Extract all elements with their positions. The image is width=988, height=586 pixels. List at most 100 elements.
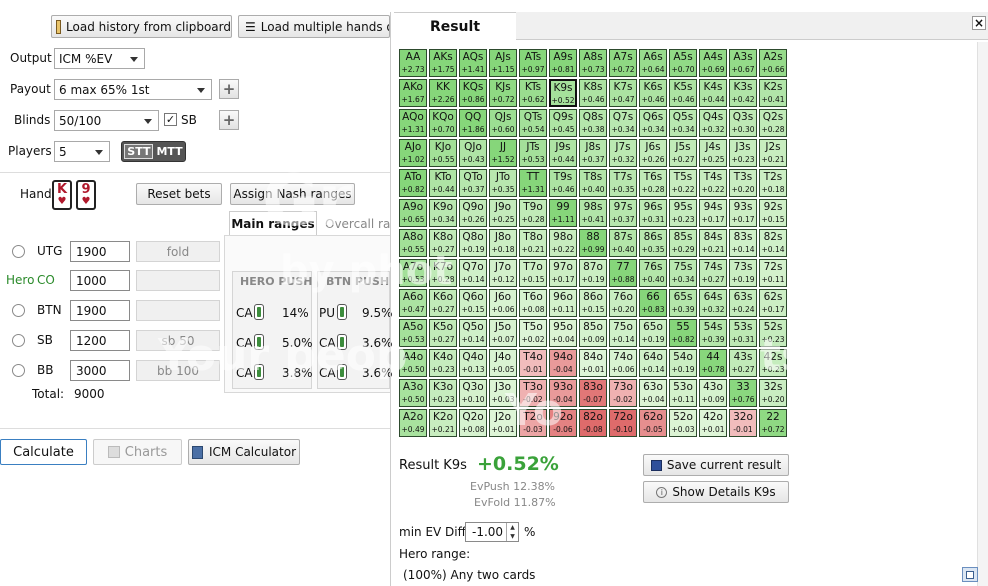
grid-cell-99[interactable]: 99 +1.11	[549, 199, 577, 227]
grid-cell-j2o[interactable]: J2o +0.01	[489, 409, 517, 437]
grid-cell-95o[interactable]: 95o +0.04	[549, 319, 577, 347]
grid-cell-42o[interactable]: 42o +0.01	[699, 409, 727, 437]
grid-cell-a6s[interactable]: A6s +0.64	[639, 49, 667, 77]
grid-cell-t4o[interactable]: T4o -0.01	[519, 349, 547, 377]
grid-cell-t3s[interactable]: T3s +0.20	[729, 169, 757, 197]
grid-cell-94s[interactable]: 94s +0.17	[699, 199, 727, 227]
position-radio-btn[interactable]	[12, 304, 25, 317]
grid-cell-66[interactable]: 66 +0.83	[639, 289, 667, 317]
stt-option[interactable]: STT	[124, 144, 154, 159]
grid-cell-q6s[interactable]: Q6s +0.34	[639, 109, 667, 137]
grid-cell-k9o[interactable]: K9o +0.34	[429, 199, 457, 227]
grid-cell-k9s[interactable]: K9s +0.52	[549, 79, 577, 107]
grid-cell-a4o[interactable]: A4o +0.50	[399, 349, 427, 377]
grid-cell-83o[interactable]: 83o -0.07	[579, 379, 607, 407]
grid-cell-kto[interactable]: KTo +0.44	[429, 169, 457, 197]
grid-cell-72s[interactable]: 72s +0.11	[759, 259, 787, 287]
grid-cell-q8o[interactable]: Q8o +0.19	[459, 229, 487, 257]
grid-cell-kqo[interactable]: KQo +0.70	[429, 109, 457, 137]
grid-cell-52o[interactable]: 52o +0.03	[669, 409, 697, 437]
grid-cell-k6o[interactable]: K6o +0.27	[429, 289, 457, 317]
grid-cell-a8o[interactable]: A8o +0.55	[399, 229, 427, 257]
grid-cell-k3s[interactable]: K3s +0.42	[729, 79, 757, 107]
grid-cell-86o[interactable]: 86o +0.15	[579, 289, 607, 317]
stack-input-sb[interactable]: 1200	[70, 330, 130, 351]
grid-cell-62o[interactable]: 62o -0.05	[639, 409, 667, 437]
vertical-scrollbar[interactable]	[977, 42, 988, 586]
grid-cell-a5s[interactable]: A5s +0.70	[669, 49, 697, 77]
grid-cell-32o[interactable]: 32o -0.01	[729, 409, 757, 437]
stepper-down-icon[interactable]: ▼	[507, 532, 518, 541]
grid-cell-q5s[interactable]: Q5s +0.34	[669, 109, 697, 137]
grid-cell-k7s[interactable]: K7s +0.47	[609, 79, 637, 107]
grid-cell-82s[interactable]: 82s +0.14	[759, 229, 787, 257]
grid-cell-87s[interactable]: 87s +0.40	[609, 229, 637, 257]
grid-cell-96o[interactable]: 96o +0.11	[549, 289, 577, 317]
grid-cell-44[interactable]: 44 +0.78	[699, 349, 727, 377]
grid-cell-q7o[interactable]: Q7o +0.14	[459, 259, 487, 287]
grid-cell-76s[interactable]: 76s +0.40	[639, 259, 667, 287]
grid-cell-a7s[interactable]: A7s +0.72	[609, 49, 637, 77]
grid-cell-a7o[interactable]: A7o +0.53	[399, 259, 427, 287]
grid-cell-ajo[interactable]: AJo +1.02	[399, 139, 427, 167]
grid-cell-73o[interactable]: 73o -0.02	[609, 379, 637, 407]
grid-cell-j6s[interactable]: J6s +0.26	[639, 139, 667, 167]
grid-cell-t7s[interactable]: T7s +0.35	[609, 169, 637, 197]
grid-cell-tt[interactable]: TT +1.31	[519, 169, 547, 197]
grid-cell-ats[interactable]: ATs +0.97	[519, 49, 547, 77]
grid-cell-j7o[interactable]: J7o +0.12	[489, 259, 517, 287]
grid-cell-88[interactable]: 88 +0.99	[579, 229, 607, 257]
grid-cell-86s[interactable]: 86s +0.35	[639, 229, 667, 257]
grid-cell-98o[interactable]: 98o +0.22	[549, 229, 577, 257]
grid-cell-j8s[interactable]: J8s +0.37	[579, 139, 607, 167]
grid-cell-aqs[interactable]: AQs +1.41	[459, 49, 487, 77]
position-radio-sb[interactable]	[12, 334, 25, 347]
grid-cell-97o[interactable]: 97o +0.17	[549, 259, 577, 287]
position-radio-utg[interactable]	[12, 245, 25, 258]
grid-cell-q4o[interactable]: Q4o +0.13	[459, 349, 487, 377]
action-button-sb[interactable]: sb 50	[136, 330, 220, 351]
grid-cell-73s[interactable]: 73s +0.19	[729, 259, 757, 287]
grid-cell-ako[interactable]: AKo +1.67	[399, 79, 427, 107]
grid-cell-64o[interactable]: 64o +0.14	[639, 349, 667, 377]
grid-cell-qto[interactable]: QTo +0.37	[459, 169, 487, 197]
grid-cell-j9o[interactable]: J9o +0.25	[489, 199, 517, 227]
grid-cell-k7o[interactable]: K7o +0.28	[429, 259, 457, 287]
grid-cell-96s[interactable]: 96s +0.31	[639, 199, 667, 227]
grid-cell-qjs[interactable]: QJs +0.60	[489, 109, 517, 137]
grid-cell-83s[interactable]: 83s +0.14	[729, 229, 757, 257]
grid-cell-53s[interactable]: 53s +0.31	[729, 319, 757, 347]
grid-cell-kjo[interactable]: KJo +0.55	[429, 139, 457, 167]
grid-cell-q9o[interactable]: Q9o +0.26	[459, 199, 487, 227]
grid-cell-43s[interactable]: 43s +0.27	[729, 349, 757, 377]
grid-cell-k5o[interactable]: K5o +0.27	[429, 319, 457, 347]
grid-cell-t3o[interactable]: T3o -0.02	[519, 379, 547, 407]
grid-cell-32s[interactable]: 32s +0.20	[759, 379, 787, 407]
grid-cell-j7s[interactable]: J7s +0.32	[609, 139, 637, 167]
grid-cell-q5o[interactable]: Q5o +0.14	[459, 319, 487, 347]
grid-cell-q4s[interactable]: Q4s +0.32	[699, 109, 727, 137]
action-button-co[interactable]	[136, 270, 220, 291]
grid-cell-65s[interactable]: 65s +0.39	[669, 289, 697, 317]
stack-input-bb[interactable]: 3000	[70, 360, 130, 381]
grid-cell-a2o[interactable]: A2o +0.49	[399, 409, 427, 437]
grid-cell-j3o[interactable]: J3o +0.03	[489, 379, 517, 407]
grid-cell-q6o[interactable]: Q6o +0.15	[459, 289, 487, 317]
grid-cell-93o[interactable]: 93o -0.04	[549, 379, 577, 407]
grid-cell-72o[interactable]: 72o -0.10	[609, 409, 637, 437]
grid-cell-j3s[interactable]: J3s +0.23	[729, 139, 757, 167]
grid-cell-t5s[interactable]: T5s +0.22	[669, 169, 697, 197]
grid-cell-55[interactable]: 55 +0.82	[669, 319, 697, 347]
add-blinds-button[interactable]: +	[219, 110, 239, 130]
grid-cell-k8s[interactable]: K8s +0.46	[579, 79, 607, 107]
grid-cell-92s[interactable]: 92s +0.15	[759, 199, 787, 227]
reset-bets-button[interactable]: Reset bets	[136, 183, 222, 205]
players-select[interactable]: 5	[54, 141, 110, 162]
grid-cell-77[interactable]: 77 +0.88	[609, 259, 637, 287]
grid-cell-a4s[interactable]: A4s +0.69	[699, 49, 727, 77]
tab-overcall-ranges[interactable]: Overcall ra	[317, 213, 390, 235]
grid-cell-k5s[interactable]: K5s +0.46	[669, 79, 697, 107]
save-result-button[interactable]: Save current result	[643, 454, 789, 476]
grid-cell-qq[interactable]: QQ +1.86	[459, 109, 487, 137]
show-details-button[interactable]: i Show Details K9s	[643, 481, 789, 503]
